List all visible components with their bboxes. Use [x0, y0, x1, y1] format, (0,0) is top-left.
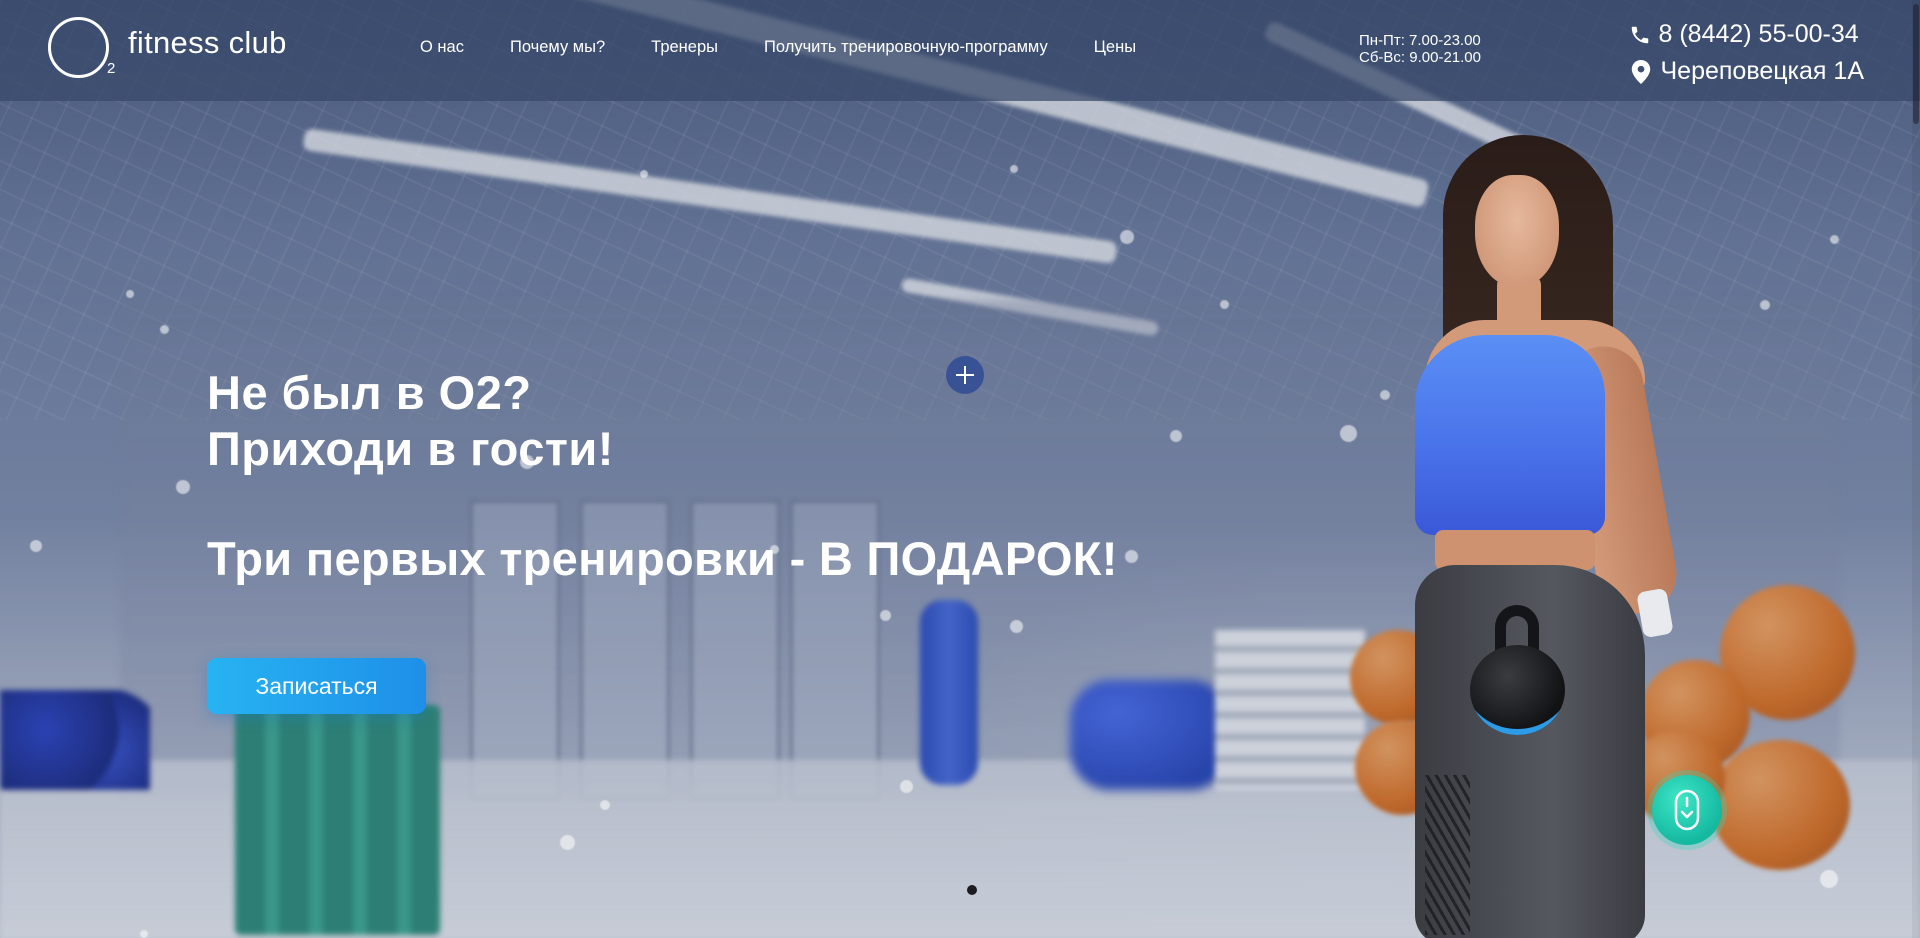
address: Череповецкая 1А — [1629, 53, 1865, 90]
particle — [126, 290, 134, 298]
hero-title-line2: Приходи в гости! — [207, 422, 614, 475]
particle — [140, 930, 148, 938]
location-pin-icon — [1631, 59, 1650, 84]
particle — [1170, 430, 1182, 442]
particle — [560, 835, 575, 850]
logo[interactable]: 2 fitness club — [48, 17, 308, 81]
slider-pagination — [967, 885, 977, 895]
nav-item-training-program[interactable]: Получить тренировочную-программу — [764, 38, 1048, 57]
nav-item-about[interactable]: О нас — [420, 38, 464, 57]
sports-top — [1415, 335, 1605, 535]
particle — [1010, 165, 1018, 173]
opening-hours: Пн-Пт: 7.00-23.00 Сб-Вс: 9.00-21.00 — [1359, 32, 1481, 66]
particle — [1820, 870, 1838, 888]
logo-ring-icon — [48, 17, 109, 78]
nav-item-trainers[interactable]: Тренеры — [651, 38, 718, 57]
hero-content: Не был в О2? Приходи в гости! Три первых… — [207, 365, 1118, 587]
face — [1475, 175, 1559, 287]
logo-subscript: 2 — [107, 60, 116, 77]
slider-dot-active[interactable] — [967, 885, 977, 895]
hours-weekend: Сб-Вс: 9.00-21.00 — [1359, 49, 1481, 66]
particle — [1340, 425, 1357, 442]
logo-text: fitness club — [128, 25, 287, 60]
scroll-down-button[interactable] — [1652, 775, 1722, 845]
nav-item-prices[interactable]: Цены — [1094, 38, 1136, 57]
particle — [600, 800, 610, 810]
particle — [640, 170, 648, 178]
particle — [1010, 620, 1023, 633]
nav-item-why-us[interactable]: Почему мы? — [510, 38, 605, 57]
contacts: 8 (8442) 55-00-34 Череповецкая 1А — [1629, 16, 1865, 90]
midriff — [1435, 530, 1595, 570]
particle — [1125, 550, 1138, 563]
phone-number: 8 (8442) 55-00-34 — [1658, 20, 1859, 48]
kettlebell-body — [1470, 645, 1565, 735]
signup-button[interactable]: Записаться — [207, 658, 426, 714]
address-text: Череповецкая 1А — [1660, 57, 1865, 85]
particle — [160, 325, 169, 334]
cursor-indicator — [946, 356, 984, 394]
particle — [1120, 230, 1134, 244]
particle — [176, 480, 190, 494]
particle — [1760, 300, 1770, 310]
particle — [1380, 390, 1390, 400]
particle — [880, 610, 891, 621]
phone-icon — [1631, 26, 1648, 43]
particle — [1830, 235, 1839, 244]
main-nav: О нас Почему мы? Тренеры Получить тренир… — [420, 38, 1182, 57]
page-scrollbar[interactable] — [1912, 0, 1920, 938]
particle — [1220, 300, 1229, 309]
hero-offer: Три первых тренировки - В ПОДАРОК! — [207, 532, 1118, 585]
mouse-scroll-icon — [1674, 789, 1700, 831]
leggings-mesh — [1425, 775, 1470, 935]
phone-link[interactable]: 8 (8442) 55-00-34 — [1629, 16, 1865, 53]
hours-weekdays: Пн-Пт: 7.00-23.00 — [1359, 32, 1481, 49]
particle — [900, 780, 913, 793]
plus-cursor-icon — [956, 366, 974, 384]
particle — [30, 540, 42, 552]
site-header: 2 fitness club О нас Почему мы? Тренеры … — [0, 0, 1920, 101]
kettlebell — [1470, 605, 1565, 735]
scrollbar-thumb[interactable] — [1913, 4, 1919, 124]
